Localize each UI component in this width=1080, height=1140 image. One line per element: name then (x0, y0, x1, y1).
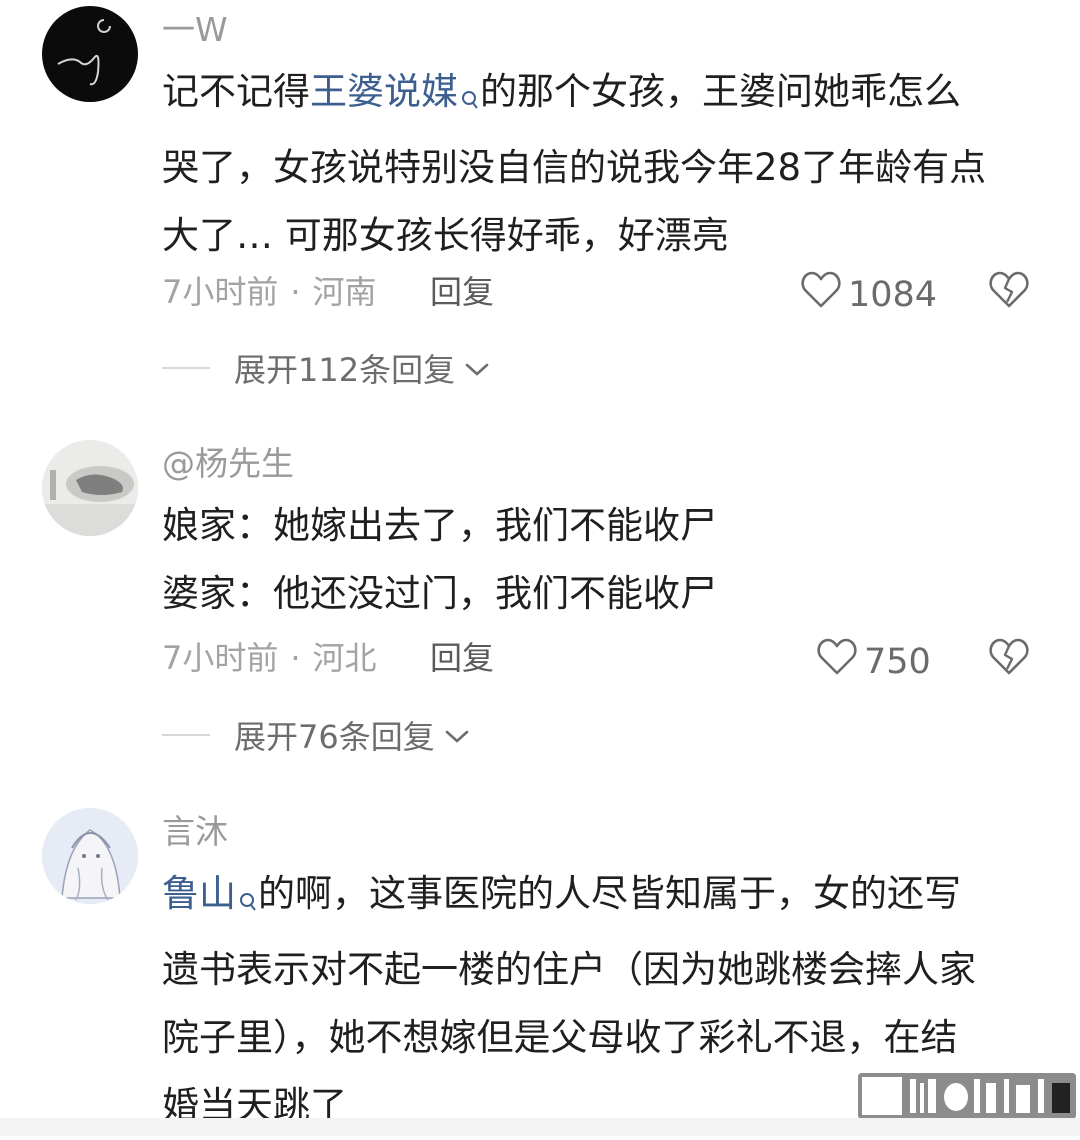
username[interactable]: 言沐 (162, 812, 228, 852)
page-bottom-edge (0, 1118, 1080, 1136)
search-link[interactable]: 鲁山 (162, 872, 258, 915)
watermark (858, 1073, 1076, 1119)
search-icon (238, 868, 258, 936)
comment-item: 言沐 鲁山 的啊，这事医院的人尽皆知属于，女的还写 遗书表示对不起一楼的住户（因为… (0, 0, 1080, 1136)
avatar[interactable] (42, 808, 138, 904)
